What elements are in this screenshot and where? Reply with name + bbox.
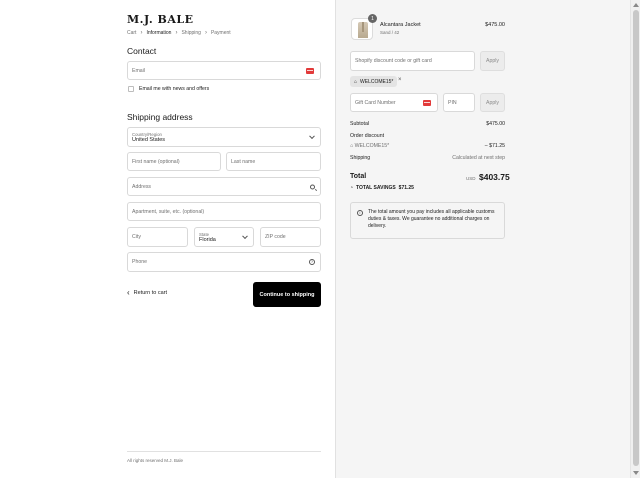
- info-icon: i: [357, 210, 363, 216]
- continue-to-shipping-button[interactable]: Continue to shipping: [253, 282, 321, 307]
- order-discount-label: Order discount: [350, 133, 385, 139]
- order-summary-panel: [335, 0, 630, 478]
- brand-logo[interactable]: M.J. BALE: [127, 13, 193, 26]
- state-select[interactable]: State Florida: [194, 227, 254, 247]
- applied-discount-tag: ⌂ WELCOME15*: [350, 76, 398, 87]
- scroll-up-icon[interactable]: [633, 3, 639, 7]
- breadcrumb-payment: Payment: [210, 30, 231, 36]
- discount-code: WELCOME15*: [354, 143, 390, 149]
- jacket-image: [358, 22, 368, 38]
- applied-code: WELCOME15*: [360, 78, 394, 85]
- savings-icon: ◔: [350, 185, 354, 191]
- pin-placeholder: PIN: [448, 99, 457, 106]
- breadcrumb: Cart › Information › Shipping › Payment: [127, 30, 231, 36]
- phone-placeholder: Phone: [132, 259, 148, 265]
- page-scrollbar[interactable]: [630, 0, 640, 478]
- search-icon: [310, 184, 315, 189]
- apartment-placeholder: Apartment, suite, etc. (optional): [132, 208, 205, 215]
- breadcrumb-information: Information: [146, 30, 172, 36]
- chevron-left-icon: ‹: [127, 288, 130, 297]
- country-value: United States: [132, 136, 166, 143]
- gift-card-input[interactable]: Gift Card Number: [350, 93, 438, 112]
- discount-value: – $71.25: [484, 143, 505, 149]
- address-field[interactable]: Address: [127, 177, 321, 196]
- remove-discount-icon[interactable]: ×: [398, 77, 402, 83]
- discount-placeholder: Shopify discount code or gift card: [355, 58, 432, 64]
- tag-icon: ⌂: [354, 78, 358, 85]
- savings-label: TOTAL SAVINGS: [356, 185, 396, 191]
- footer-divider: [127, 451, 321, 452]
- autofill-card-icon[interactable]: [306, 67, 314, 74]
- country-select[interactable]: Country/Region United States: [127, 127, 321, 147]
- apply-gift-card-button[interactable]: Apply: [480, 93, 505, 112]
- zip-placeholder: ZIP code: [265, 234, 286, 240]
- help-icon[interactable]: ?: [309, 259, 315, 265]
- chevron-right-icon: ›: [175, 30, 178, 36]
- address-placeholder: Address: [132, 183, 152, 190]
- duties-info-box: i The total amount you pay includes all …: [350, 202, 505, 239]
- shipping-heading: Shipping address: [127, 112, 193, 122]
- product-price: $475.00: [485, 22, 505, 28]
- duties-info-text: The total amount you pay includes all ap…: [368, 209, 495, 229]
- scroll-down-icon[interactable]: [633, 471, 639, 475]
- last-name-placeholder: Last name: [231, 158, 256, 165]
- state-value: Florida: [199, 236, 216, 243]
- subtotal-row: Subtotal $475.00: [350, 121, 505, 127]
- footer-text: All rights reserved M.J. Bale: [127, 458, 184, 463]
- total-label: Total: [350, 173, 367, 180]
- product-name: Alcantara Jacket: [380, 22, 421, 28]
- return-label: Return to cart: [133, 290, 167, 296]
- discount-code-input[interactable]: Shopify discount code or gift card: [350, 51, 475, 71]
- last-name-field[interactable]: Last name: [226, 152, 321, 171]
- newsletter-checkbox[interactable]: [128, 86, 134, 92]
- city-field[interactable]: City: [127, 227, 188, 247]
- first-name-field[interactable]: First name (optional): [127, 152, 221, 171]
- pin-input[interactable]: PIN: [443, 93, 475, 112]
- newsletter-label: Email me with news and offers: [139, 86, 210, 92]
- chevron-right-icon: ›: [204, 30, 207, 36]
- city-placeholder: City: [132, 234, 141, 240]
- discount-code-label: ⌂ WELCOME15*: [350, 143, 389, 149]
- shipping-label: Shipping: [350, 155, 371, 161]
- shipping-value: Calculated at next step: [452, 155, 505, 161]
- zip-field[interactable]: ZIP code: [260, 227, 321, 247]
- apartment-field[interactable]: Apartment, suite, etc. (optional): [127, 202, 321, 221]
- total-savings: ◔ TOTAL SAVINGS $71.25: [350, 185, 414, 191]
- apply-discount-button[interactable]: Apply: [480, 51, 505, 71]
- return-to-cart-link[interactable]: ‹ Return to cart: [127, 288, 167, 297]
- email-field[interactable]: Email: [127, 61, 321, 80]
- first-name-placeholder: First name (optional): [132, 158, 180, 165]
- quantity-badge: 1: [368, 14, 377, 23]
- subtotal-value: $475.00: [486, 121, 505, 127]
- subtotal-label: Subtotal: [350, 121, 370, 127]
- chevron-right-icon: ›: [140, 30, 143, 36]
- breadcrumb-shipping: Shipping: [181, 30, 201, 36]
- discount-code-row: ⌂ WELCOME15* – $71.25: [350, 143, 505, 149]
- shipping-row: Shipping Calculated at next step: [350, 155, 505, 161]
- phone-field[interactable]: Phone ?: [127, 252, 321, 272]
- scrollbar-thumb[interactable]: [633, 10, 639, 466]
- total-currency: USD: [466, 176, 476, 181]
- contact-heading: Contact: [127, 46, 157, 56]
- chevron-down-icon: [242, 233, 248, 240]
- order-discount-row: Order discount: [350, 133, 505, 139]
- breadcrumb-cart[interactable]: Cart: [127, 30, 136, 36]
- product-variant: Sand / 42: [380, 30, 400, 35]
- total-value: $403.75: [479, 172, 510, 182]
- autofill-card-icon[interactable]: [423, 99, 431, 106]
- email-placeholder: Email: [132, 67, 145, 74]
- savings-value: $71.25: [398, 185, 414, 191]
- chevron-down-icon: [309, 133, 315, 140]
